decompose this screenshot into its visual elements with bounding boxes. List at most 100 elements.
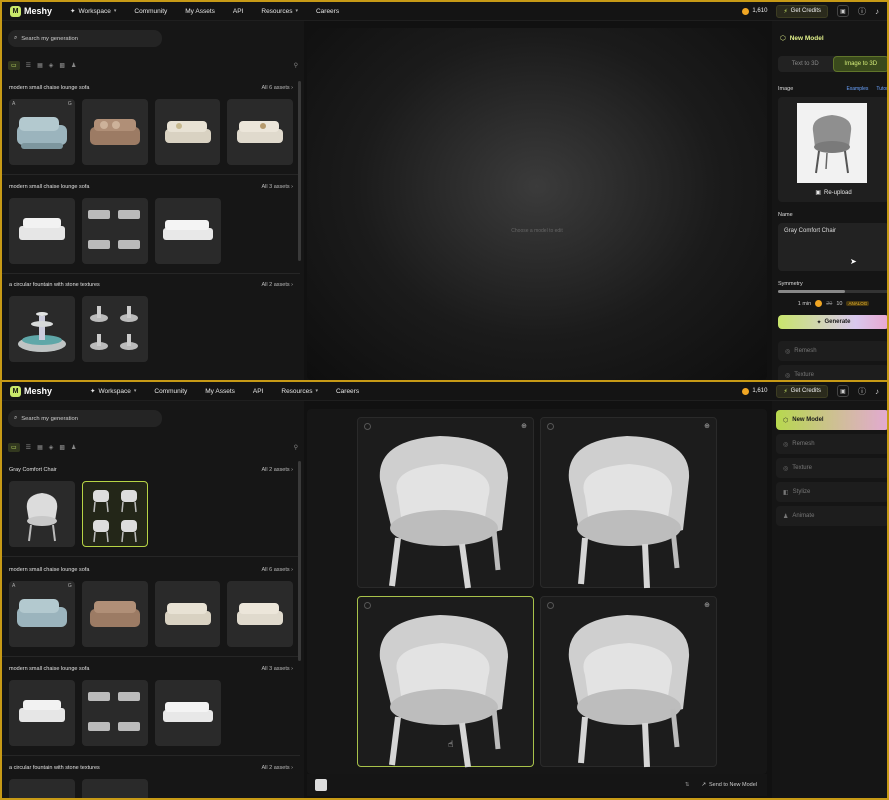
cube-icon[interactable]: ◈ (49, 62, 54, 69)
cube-icon[interactable]: ◈ (49, 444, 54, 451)
asset-thumbnail[interactable] (154, 99, 221, 165)
asset-thumbnail[interactable] (82, 198, 148, 264)
asset-thumbnail[interactable] (155, 198, 221, 264)
reupload-button[interactable]: ▣ Re-upload (778, 189, 887, 197)
asset-thumbnail[interactable] (9, 481, 75, 547)
nav-my-assets[interactable]: My Assets (185, 8, 215, 15)
texture-item[interactable]: ◎ Texture (776, 458, 887, 478)
symmetry-slider[interactable] (778, 290, 887, 293)
nav-api[interactable]: API (253, 388, 263, 395)
remesh-item[interactable]: ◎ Remesh (776, 434, 887, 454)
asset-thumbnail[interactable] (227, 581, 293, 647)
asset-thumbnail[interactable] (9, 198, 75, 264)
nav-my-assets[interactable]: My Assets (205, 388, 235, 395)
nav-workspace[interactable]: ✦ Workspace ▾ (70, 7, 116, 16)
texture-icon[interactable]: ▩ (59, 444, 65, 451)
remesh-item[interactable]: ◎ Remesh (778, 341, 887, 361)
get-credits-button[interactable]: ⚡ Get Credits (776, 384, 828, 398)
new-model-label: New Model (792, 417, 824, 423)
get-credits-button[interactable]: ⚡ Get Credits (776, 4, 828, 18)
animate-item[interactable]: ♟ Animate (776, 506, 887, 526)
asset-thumbnail[interactable] (154, 581, 221, 647)
asset-thumbnail[interactable] (82, 680, 148, 746)
gift-icon[interactable]: ▣ (837, 385, 849, 397)
select-radio[interactable] (547, 423, 554, 430)
all-assets-link[interactable]: All 2 assets › (262, 282, 294, 288)
scrollbar[interactable] (298, 461, 301, 661)
generate-button[interactable]: ✦ Generate (778, 315, 887, 329)
discount-tag: ANALOG (846, 301, 870, 306)
send-to-new-model-button[interactable]: ↗ Send to New Model (701, 782, 757, 788)
asset-thumbnail[interactable]: AG (9, 581, 75, 647)
scrollbar[interactable] (298, 81, 301, 261)
folder-icon[interactable]: ▭ (8, 60, 20, 70)
tab-text-to-3d[interactable]: Text to 3D (778, 56, 833, 72)
run-icon[interactable]: ♟ (71, 62, 76, 69)
all-assets-link[interactable]: All 6 assets › (262, 567, 294, 573)
asset-thumbnail[interactable] (9, 779, 75, 798)
model-variant-card-selected[interactable]: ☝ (357, 596, 534, 768)
nav-workspace[interactable]: ✦ Workspace ▾ (90, 387, 136, 396)
asset-thumbnail[interactable] (81, 99, 148, 165)
select-radio[interactable] (364, 423, 371, 430)
zoom-icon[interactable]: ⊕ (704, 601, 710, 609)
model-variant-card[interactable]: ⊕ (540, 417, 717, 589)
examples-link[interactable]: Examples (846, 86, 868, 92)
meshy-logo[interactable]: M Meshy (10, 385, 52, 397)
stylize-item[interactable]: ◧ Stylize (776, 482, 887, 502)
nav-community[interactable]: Community (154, 388, 187, 395)
all-assets-link[interactable]: All 6 assets › (262, 85, 294, 91)
zoom-icon[interactable]: ⊕ (704, 422, 710, 430)
nav-resources[interactable]: Resources ▾ (261, 8, 298, 15)
tutorial-link[interactable]: Tutori (876, 86, 887, 92)
all-assets-link[interactable]: All 2 assets › (262, 467, 294, 473)
zoom-icon[interactable]: ⊕ (521, 422, 527, 430)
asset-thumbnail[interactable] (227, 99, 293, 165)
grid-icon[interactable]: ▦ (37, 62, 43, 69)
select-radio[interactable] (547, 602, 554, 609)
model-variant-card[interactable]: ⊕ (540, 596, 717, 768)
asset-thumbnail[interactable] (9, 296, 75, 362)
sort-icon[interactable]: ⇅ (685, 782, 690, 788)
name-field[interactable]: Gray Comfort Chair ➤ (778, 223, 887, 271)
help-icon[interactable]: ⓘ (858, 6, 866, 17)
filter-icon[interactable]: ⚲ (294, 444, 298, 451)
asset-thumbnail[interactable]: AG (9, 99, 75, 165)
nav-community[interactable]: Community (134, 8, 167, 15)
nav-api[interactable]: API (233, 8, 243, 15)
asset-thumbnail[interactable] (82, 779, 148, 798)
thumbnail-icon[interactable] (315, 779, 327, 791)
search-input[interactable]: ⌕ Search my generation (8, 30, 162, 47)
nav-careers[interactable]: Careers (336, 388, 359, 395)
tab-image-to-3d[interactable]: Image to 3D (832, 56, 887, 72)
list-icon[interactable]: ☰ (26, 62, 31, 69)
run-icon[interactable]: ♟ (71, 444, 76, 451)
asset-thumbnail[interactable] (9, 680, 75, 746)
asset-thumbnail[interactable] (155, 680, 221, 746)
bell-icon[interactable]: ♪ (875, 387, 879, 396)
all-assets-link[interactable]: All 2 assets › (262, 765, 294, 771)
grid-icon[interactable]: ▦ (37, 444, 43, 451)
filter-icon[interactable]: ⚲ (294, 62, 298, 69)
bell-icon[interactable]: ♪ (875, 7, 879, 16)
image-upload-area[interactable]: ▣ Re-upload (778, 97, 887, 202)
asset-thumbnail[interactable] (81, 581, 148, 647)
all-assets-link[interactable]: All 3 assets › (262, 666, 294, 672)
search-placeholder: Search my generation (21, 35, 78, 42)
asset-thumbnail[interactable] (82, 296, 148, 362)
model-viewport[interactable]: Choose a model to edit (307, 28, 767, 380)
all-assets-link[interactable]: All 3 assets › (262, 184, 294, 190)
select-radio[interactable] (364, 602, 371, 609)
texture-icon[interactable]: ▩ (59, 62, 65, 69)
asset-thumbnail-selected[interactable] (82, 481, 148, 547)
gift-icon[interactable]: ▣ (837, 5, 849, 17)
list-icon[interactable]: ☰ (26, 444, 31, 451)
nav-careers[interactable]: Careers (316, 8, 339, 15)
model-variant-card[interactable]: ⊕ (357, 417, 534, 589)
search-input[interactable]: ⌕ Search my generation (8, 410, 162, 427)
folder-icon[interactable]: ▭ (8, 442, 20, 452)
meshy-logo[interactable]: M Meshy (10, 5, 52, 17)
new-model-button[interactable]: ⬡ New Model (776, 410, 887, 430)
nav-resources[interactable]: Resources ▾ (281, 388, 318, 395)
help-icon[interactable]: ⓘ (858, 386, 866, 397)
